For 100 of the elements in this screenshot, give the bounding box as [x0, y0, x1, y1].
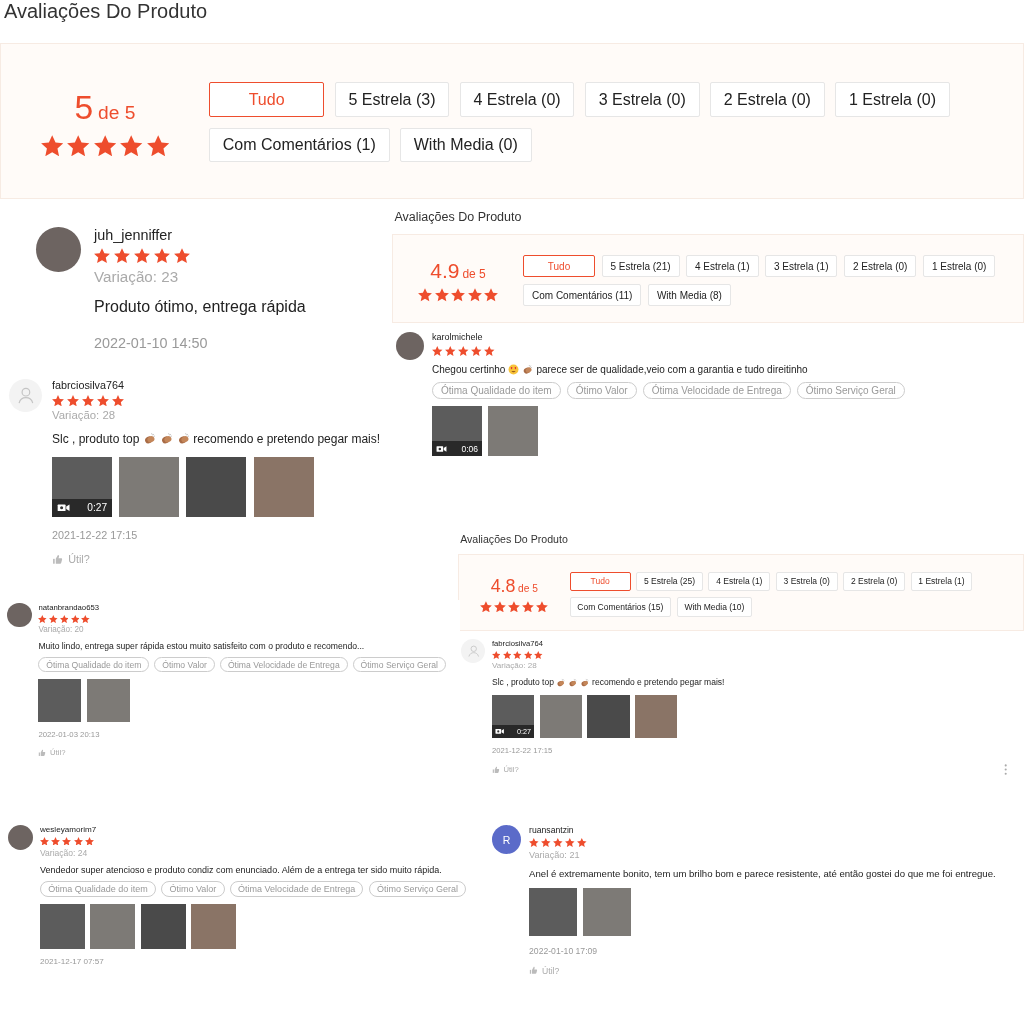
variation-label: Variação: 23	[94, 267, 180, 285]
video-camera-icon	[495, 728, 505, 735]
filter-button[interactable]: 4 Estrela (1)	[708, 571, 771, 592]
star-icon	[39, 836, 49, 846]
review-date: 2021-12-17 07:57	[39, 957, 105, 967]
photo-placeholder[interactable]	[140, 903, 186, 949]
star-icon	[484, 288, 498, 302]
star-icon	[70, 614, 80, 623]
filter-button[interactable]: 1 Estrela (1)	[910, 571, 973, 592]
star-icon	[529, 838, 539, 848]
filter-button[interactable]: Tudo	[523, 255, 595, 277]
review-date: 2021-12-22 17:15	[52, 528, 139, 541]
star-icon	[73, 836, 83, 846]
photo-placeholder[interactable]	[191, 903, 237, 949]
clapping-hands-icon	[568, 677, 578, 688]
clapping-hands-icon	[159, 431, 173, 446]
star-icon	[49, 614, 58, 623]
photo-placeholder[interactable]	[38, 678, 82, 722]
filter-button[interactable]: 3 Estrela (0)	[775, 571, 838, 592]
rating-score: 4.8	[490, 575, 516, 596]
filter-button[interactable]: With Media (0)	[399, 127, 532, 163]
filter-button[interactable]: 2 Estrela (0)	[843, 571, 906, 592]
star-icon	[541, 838, 551, 848]
star-icon	[146, 134, 169, 157]
filter-button[interactable]: 4 Estrela (0)	[459, 82, 575, 117]
star-icon	[114, 248, 130, 264]
star-icon	[467, 288, 482, 302]
video-thumbnail[interactable]: 0:06	[432, 406, 482, 456]
star-icon	[502, 650, 512, 659]
star-icon	[134, 248, 150, 264]
filter-button[interactable]: 3 Estrela (0)	[584, 82, 700, 117]
filter-button[interactable]: With Media (8)	[647, 284, 731, 306]
username: karolmichele	[432, 332, 484, 342]
review-text: Vendedor super atencioso e produto condiz com enunciado. Além de a entrega ter sido muito rápida.	[39, 865, 442, 876]
star-icon	[484, 345, 495, 356]
rating-out-of: de 5	[98, 101, 136, 123]
review-text: Produto ótimo, entrega rápida	[94, 298, 306, 317]
photo-placeholder[interactable]	[90, 903, 136, 949]
photo-placeholder[interactable]	[186, 456, 247, 517]
filter-button[interactable]: With Media (10)	[676, 597, 753, 617]
filter-button[interactable]: Com Comentários (11)	[523, 284, 642, 306]
star-icon	[565, 838, 575, 848]
filter-button[interactable]: 5 Estrela (25)	[636, 571, 703, 592]
star-icon	[67, 134, 90, 157]
video-duration: 0:27	[87, 502, 108, 514]
filter-button[interactable]: 1 Estrela (0)	[922, 255, 996, 277]
star-icon	[451, 288, 465, 302]
filter-button[interactable]: 3 Estrela (1)	[765, 255, 838, 277]
filter-button[interactable]: 2 Estrela (0)	[843, 255, 917, 277]
filter-button[interactable]: 1 Estrela (0)	[835, 82, 950, 117]
filter-button[interactable]: 2 Estrela (0)	[709, 82, 825, 117]
filter-button[interactable]: Tudo	[569, 571, 631, 592]
section-title: Avaliações Do Produto	[460, 533, 569, 545]
variation-label: Variação: 21	[529, 849, 581, 860]
photo-placeholder[interactable]	[539, 695, 583, 738]
rating-out-of: de 5	[518, 582, 538, 594]
star-icon	[418, 288, 432, 302]
photo-placeholder[interactable]	[529, 888, 578, 937]
star-icon	[523, 650, 533, 659]
filter-button[interactable]: Com Comentários (1)	[209, 127, 390, 163]
variation-label: Variação: 28	[492, 661, 538, 671]
username: fabrciosilva764	[52, 378, 125, 391]
star-icon	[120, 134, 143, 157]
avatar	[7, 602, 32, 627]
username: wesleyamorim7	[39, 824, 98, 834]
star-icon	[434, 288, 449, 302]
more-options-icon[interactable]	[1003, 764, 1007, 776]
star-icon	[445, 345, 456, 356]
avatar: R	[491, 824, 522, 855]
filter-button[interactable]: 5 Estrela (21)	[601, 255, 680, 277]
filter-button[interactable]: 5 Estrela (3)	[334, 82, 450, 117]
thumbs-up-icon	[52, 553, 63, 565]
photo-placeholder[interactable]	[86, 678, 130, 722]
filter-button[interactable]: 4 Estrela (1)	[686, 255, 759, 277]
photo-placeholder[interactable]	[634, 695, 678, 738]
filter-button[interactable]: Tudo	[209, 82, 325, 117]
star-icon	[522, 601, 535, 613]
review-date: 2022-01-10 14:50	[94, 335, 209, 352]
star-icon	[67, 394, 79, 407]
heart-eyes-face-icon	[508, 364, 520, 375]
username: ruansantzin	[529, 824, 575, 835]
video-duration: 0:06	[461, 443, 478, 454]
review-text: parece ser de qualidade,veio com a garantia e tudo direitinho	[536, 364, 808, 375]
photo-placeholder[interactable]	[582, 888, 631, 937]
thumbs-up-icon	[529, 966, 538, 975]
clapping-hands-icon	[556, 677, 566, 688]
thumbs-up-icon	[492, 765, 500, 774]
review-text: recomendo e pretendo pegar mais!	[193, 431, 381, 446]
review-text: Anel é extremamente bonito, tem um brilho bom e parece resistente, até então gostei do que me foi entregue.	[529, 868, 996, 879]
video-thumbnail[interactable]: 0:27	[52, 456, 112, 517]
star-icon	[536, 601, 549, 613]
photo-placeholder[interactable]	[39, 903, 85, 949]
photo-placeholder[interactable]	[253, 456, 314, 517]
photo-placeholder[interactable]	[119, 456, 180, 517]
star-icon	[471, 345, 482, 356]
filter-button[interactable]: Com Comentários (15)	[569, 597, 672, 617]
rating-score: 4.9	[430, 259, 460, 283]
star-icon	[553, 838, 563, 848]
review-text: recomendo e pretendo pegar mais!	[592, 677, 725, 688]
star-icon	[154, 248, 170, 264]
